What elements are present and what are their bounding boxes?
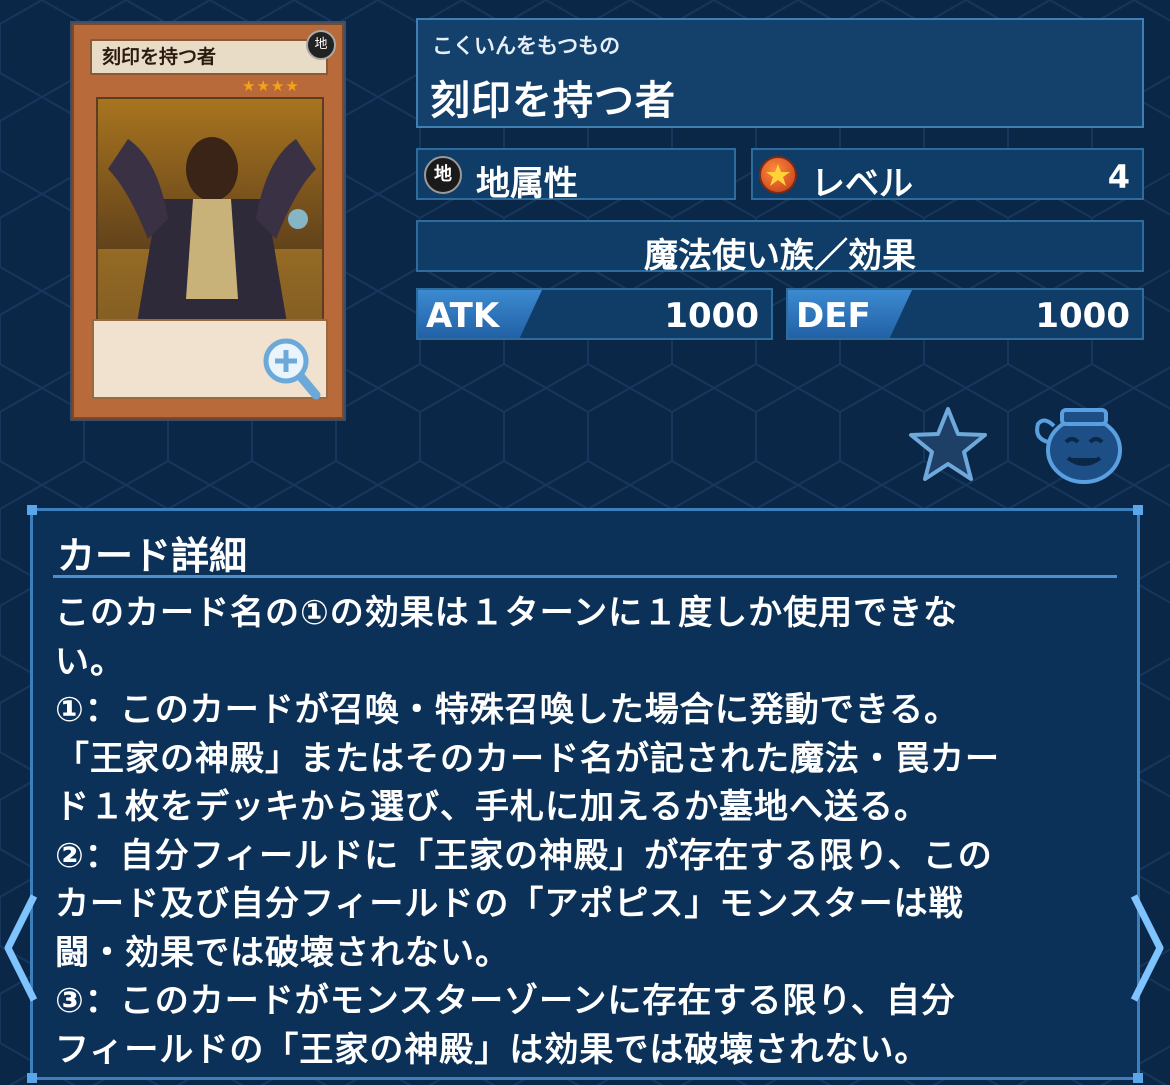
card-image-level-stars: ★★★★ [242,77,300,95]
star-icon[interactable] [908,405,988,483]
panel-corner [27,505,37,515]
atk-panel: ATK 1000 [416,288,773,340]
atk-value: 1000 [664,296,759,336]
detail-divider [53,575,1117,578]
effect-line: ②：自分フィールドに「王家の神殿」が存在する限り、この [55,835,993,876]
attribute-label: 地属性 [476,164,578,204]
effect-line: い。 [55,641,125,682]
level-panel: レベル 4 [751,148,1144,204]
effect-line: ③：このカードがモンスターゾーンに存在する限り、自分 [55,981,957,1021]
effect-line: 闘・効果では破壊されない。 [55,932,510,973]
panel-corner [1133,1073,1143,1083]
def-label: DEF [796,296,871,336]
panel-corner [1133,505,1143,515]
earth-attribute-icon: 地 [424,156,462,194]
card-effect-text: このカード名の①の効果は１ターンに１度しか使用できな い。 ①：このカードが召喚… [55,589,1125,1074]
previous-card-arrow-icon[interactable] [0,888,40,1008]
card-image-attribute-icon: 地 [306,30,336,60]
atk-label: ATK [426,296,500,336]
pot-of-greed-icon[interactable] [1032,402,1128,486]
card-name-ruby: こくいんをもつもの [432,34,621,58]
card-name-panel: こくいんをもつもの 刻印を持つ者 [416,18,1144,128]
panel-corner [27,1073,37,1083]
illustration-figure [98,137,322,325]
next-card-arrow-icon[interactable] [1128,888,1168,1008]
card-image[interactable]: 刻印を持つ者 地 ★★★★ [72,23,344,419]
level-star-icon [759,156,797,194]
card-illustration [96,97,324,327]
level-value: 4 [1107,158,1130,196]
def-panel: DEF 1000 [786,288,1144,340]
effect-line: ①：このカードが召喚・特殊召喚した場合に発動できる。 [55,690,960,730]
attribute-panel: 地 地属性 [416,148,736,204]
card-image-name: 刻印を持つ者 [90,39,328,75]
effect-line: 「王家の神殿」またはそのカード名が記された魔法・罠カー [55,738,1000,779]
effect-line: フィールドの「王家の神殿」は効果では破壊されない。 [55,1029,930,1070]
zoom-icon[interactable] [260,335,322,401]
def-value: 1000 [1035,296,1130,336]
level-label: レベル [811,164,913,204]
effect-line: ド１枚をデッキから選び、手札に加えるか墓地へ送る。 [55,787,929,827]
race-panel: 魔法使い族／効果 [416,220,1144,276]
card-name-title: 刻印を持つ者 [430,78,676,124]
race-label: 魔法使い族／効果 [644,236,916,276]
effect-line: このカード名の①の効果は１ターンに１度しか使用できな [55,593,959,633]
detail-title: カード詳細 [57,534,248,578]
card-detail-panel[interactable]: カード詳細 このカード名の①の効果は１ターンに１度しか使用できな い。 ①：この… [27,505,1143,1083]
effect-line: カード及び自分フィールドの「アポピス」モンスターは戦 [55,884,964,924]
